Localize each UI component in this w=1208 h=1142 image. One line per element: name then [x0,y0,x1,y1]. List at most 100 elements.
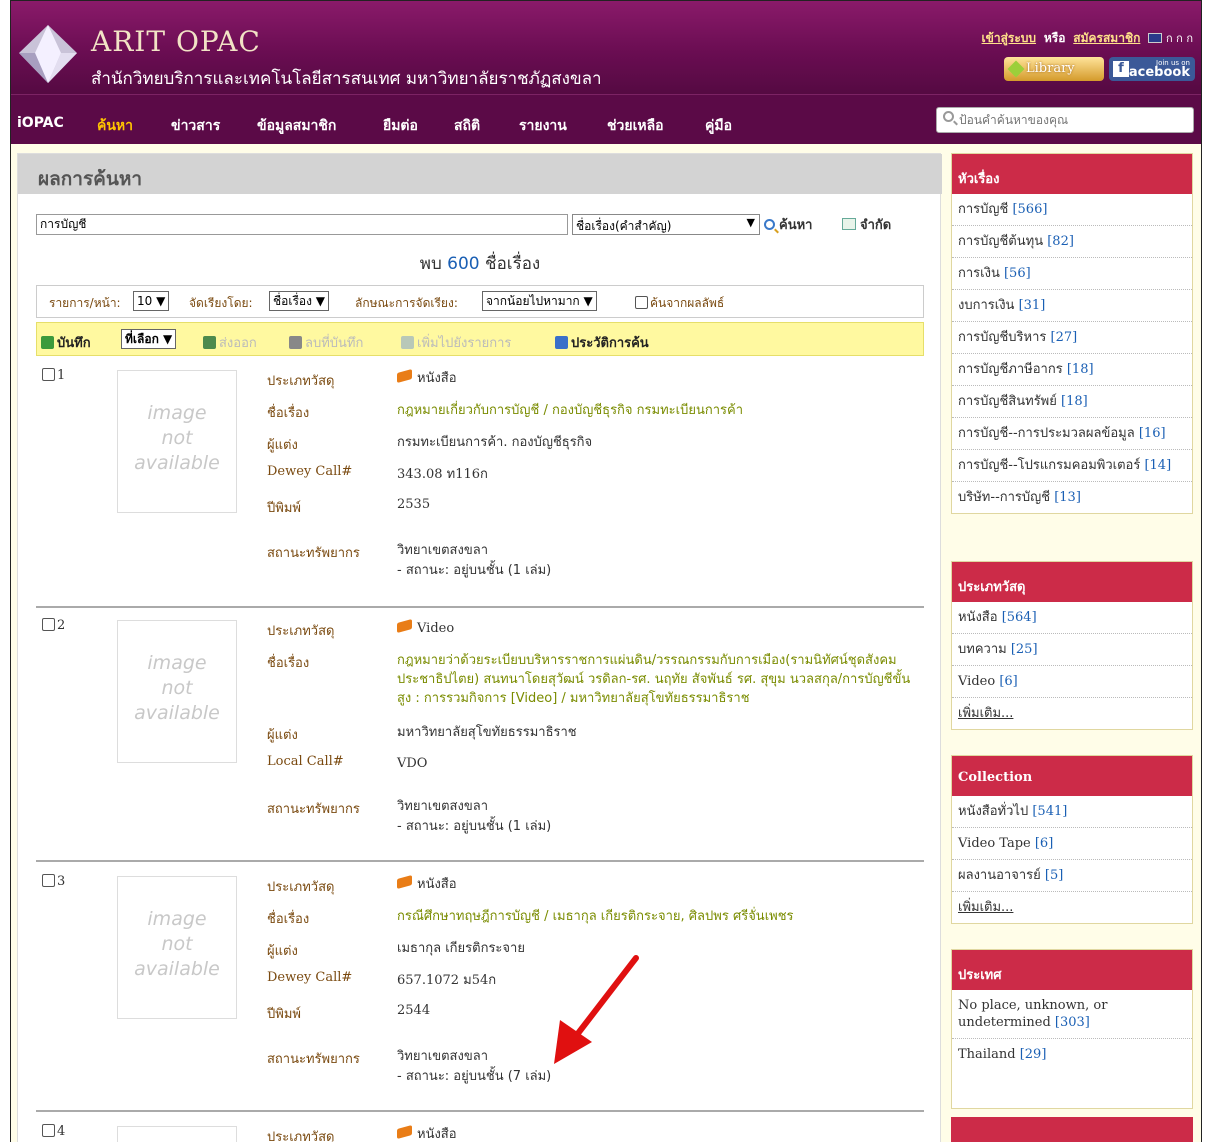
facet-count[interactable]: [564] [1002,610,1037,625]
facet-item[interactable]: หนังสือ [564] [952,602,1192,634]
facet-count[interactable]: [6] [1035,836,1053,851]
nav-renew[interactable]: ยืมต่อ [383,115,418,137]
placeholder-line: image [147,908,207,930]
title-link[interactable]: กฎหมายเกี่ยวกับการบัญชี / กองบัญชีธุรกิจ… [397,401,917,420]
facet-item[interactable]: การเงิน [56] [952,258,1192,290]
facet-material-title: ประเภทวัสดุ [952,562,1192,602]
facebook-button[interactable]: f Join us on facebook [1109,57,1195,81]
nav-member-info[interactable]: ข้อมูลสมาชิก [257,115,336,137]
facet-item[interactable]: ผลงานอาจารย์ [5] [952,860,1192,892]
search-field-select[interactable]: ชื่อเรื่อง(คำสำคัญ) ▼ [572,214,760,235]
facet-item[interactable]: บทความ [25] [952,634,1192,666]
facet-count[interactable]: [29] [1020,1047,1047,1062]
global-search-input[interactable] [959,111,1189,129]
facet-item[interactable]: การบัญชีสินทรัพย์ [18] [952,386,1192,418]
facet-label: การบัญชีภาษีอากร [958,362,1063,377]
delete-saved-button[interactable]: ลบที่บันทึก [289,332,363,353]
sort-order-select[interactable]: จากน้อยไปหามาก ▼ [482,291,597,311]
record-checkbox[interactable] [42,1124,55,1137]
found-count: 600 [447,254,480,274]
nav-reports[interactable]: รายงาน [519,115,567,137]
save-button[interactable]: บันทึก [41,332,91,353]
title-link[interactable]: กฎหมายว่าด้วยระเบียบบริหารราชการแผ่นดิน/… [397,651,917,708]
type-text: Video [417,621,455,636]
facet-item[interactable]: No place, unknown, or undetermined [303] [952,990,1192,1039]
facet-count[interactable]: [6] [999,674,1017,689]
facet-label: Video Tape [958,836,1031,851]
nav-help[interactable]: ช่วยเหลือ [607,115,664,137]
nav-manual[interactable]: คู่มือ [705,115,732,137]
record-checkbox[interactable] [42,368,55,381]
facet-more[interactable]: เพิ่มเติม... [952,892,1192,923]
location-label: สถานะทรัพยากร [267,546,360,561]
font-size-controls[interactable]: ก ก ก [1166,32,1193,45]
facet-count[interactable]: [16] [1139,426,1166,441]
nav-news[interactable]: ข่าวสาร [171,115,220,137]
query-input[interactable] [36,214,568,235]
facet-collection: Collection หนังสือทั่วไป [541] Video Tap… [951,755,1193,924]
search-button[interactable]: ค้นหา [764,214,812,235]
record-select[interactable]: 2 [42,618,65,633]
login-link[interactable]: เข้าสู่ระบบ [982,31,1037,45]
facet-more[interactable]: เพิ่มเติม... [952,698,1192,729]
facet-count[interactable]: [566] [1012,202,1047,217]
export-button[interactable]: ส่งออก [203,332,257,353]
limit-button[interactable]: จำกัด [842,214,891,235]
status-value: - สถานะ: อยู่บนชั้น (7 เล่ม) [397,1069,552,1084]
facet-count[interactable]: [56] [1004,266,1031,281]
nav-iopac[interactable]: iOPAC [17,115,64,131]
year-value: 2544 [397,1003,431,1018]
brand-title[interactable]: ARIT OPAC [91,25,261,58]
nav-statistics[interactable]: สถิติ [454,115,480,137]
facet-count[interactable]: [13] [1054,490,1081,505]
english-flag-icon[interactable] [1148,33,1163,43]
facet-count[interactable]: [5] [1045,868,1063,883]
facet-item[interactable]: Video [6] [952,666,1192,698]
facet-more-link[interactable]: เพิ่มเติม... [958,900,1013,915]
facet-item[interactable]: การบัญชีภาษีอากร [18] [952,354,1192,386]
record-checkbox[interactable] [42,874,55,887]
search-within-checkbox[interactable] [635,296,648,309]
nav-search[interactable]: ค้นหา [97,115,133,137]
delete-icon [289,336,302,349]
dewey-label: Dewey Call# [267,970,353,985]
search-history-button[interactable]: ประวัติการค้น [555,332,649,353]
per-page-select[interactable]: 10 ▼ [133,291,170,311]
facet-next [951,1117,1193,1142]
facet-count[interactable]: [25] [1011,642,1038,657]
facet-item[interactable]: การบัญชี--การประมวลผลข้อมูล [16] [952,418,1192,450]
facet-item[interactable]: บริษัท--การบัญชี [13] [952,482,1192,513]
facet-count[interactable]: [27] [1051,330,1078,345]
facet-item[interactable]: การบัญชี--โปรแกรมคอมพิวเตอร์ [14] [952,450,1192,482]
sort-by-select[interactable]: ชื่อเรื่อง ▼ [269,291,330,311]
facet-item[interactable]: การบัญชีบริหาร [27] [952,322,1192,354]
result-count: พบ 600 ชื่อเรื่อง [18,250,942,277]
facet-item[interactable]: Video Tape [6] [952,828,1192,860]
record-select[interactable]: 4 [42,1124,65,1139]
search-within-option[interactable]: ค้นจากผลลัพธ์ [635,294,724,313]
arit-logo-icon [19,25,77,83]
facet-count[interactable]: [541] [1032,804,1067,819]
facet-count[interactable]: [14] [1144,458,1171,473]
facet-more-link[interactable]: เพิ่มเติม... [958,706,1013,721]
record-number: 2 [57,618,66,633]
facet-count[interactable]: [82] [1047,234,1074,249]
facet-item[interactable]: Thailand [29] [952,1039,1192,1070]
facet-count[interactable]: [303] [1055,1015,1090,1030]
add-to-list-button[interactable]: เพิ่มไปยังรายการ [401,332,511,353]
selection-select[interactable]: ที่เลือก ▼ [121,329,177,349]
facet-item[interactable]: หนังสือทั่วไป [541] [952,796,1192,828]
facet-count[interactable]: [31] [1019,298,1046,313]
status-value: - สถานะ: อยู่บนชั้น (1 เล่ม) [397,563,552,578]
record-select[interactable]: 3 [42,874,65,889]
facet-item[interactable]: งบการเงิน [31] [952,290,1192,322]
record-select[interactable]: 1 [42,368,65,383]
facet-count[interactable]: [18] [1067,362,1094,377]
facet-item[interactable]: การบัญชีต้นทุน [82] [952,226,1192,258]
library-button[interactable]: Library [1004,57,1104,81]
register-link[interactable]: สมัครสมาชิก [1073,31,1140,45]
facet-item[interactable]: การบัญชี [566] [952,194,1192,226]
facet-count[interactable]: [18] [1061,394,1088,409]
title-link[interactable]: กรณีศึกษาทฤษฎีการบัญชี / เมธากุล เกียรติ… [397,907,917,926]
record-checkbox[interactable] [42,618,55,631]
